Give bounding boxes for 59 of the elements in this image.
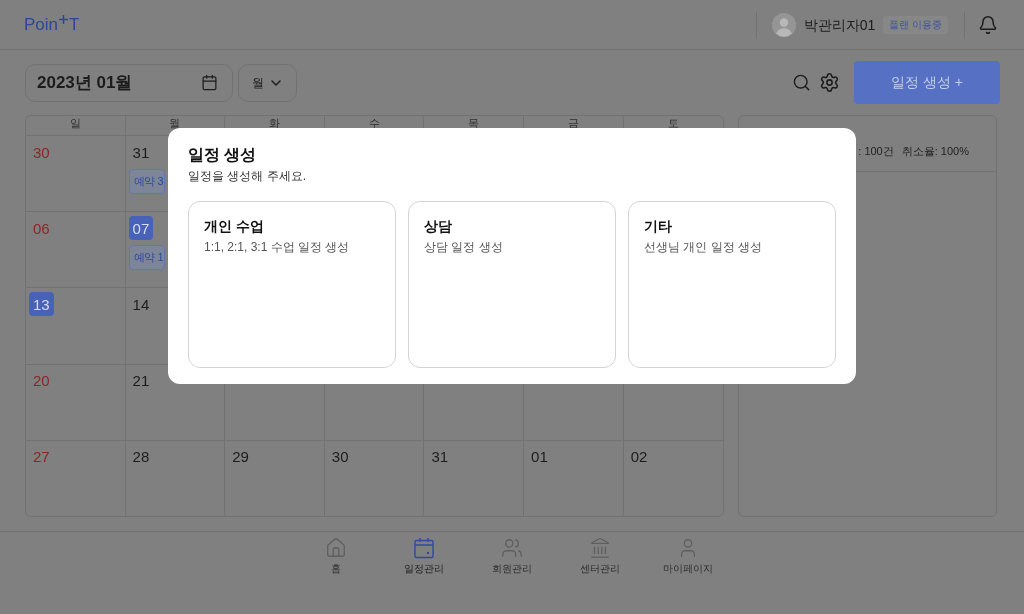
- nav-button[interactable]: 일정관리: [380, 537, 468, 577]
- schedule-type-card[interactable]: 개인 수업 1:1, 2:1, 3:1 수업 일정 생성: [188, 201, 396, 368]
- month-picker[interactable]: 2023년 01월: [25, 63, 233, 102]
- view-select[interactable]: 월: [238, 63, 297, 102]
- card-title: 기타: [644, 217, 672, 235]
- nav-button[interactable]: 마이페이지: [644, 537, 732, 577]
- date-number[interactable]: 30: [327, 444, 353, 469]
- nav-button[interactable]: 센터관리: [556, 537, 644, 577]
- weekday-label: 일: [69, 117, 81, 131]
- plus-icon: [59, 15, 69, 24]
- search-button[interactable]: [792, 73, 811, 92]
- date-number[interactable]: 01: [527, 444, 552, 469]
- date-number[interactable]: 30: [29, 140, 54, 164]
- event-chip[interactable]: 예약 3: [128, 169, 166, 194]
- date-number[interactable]: 31: [128, 140, 154, 164]
- stat-text: 취소율: 100%: [901, 145, 969, 158]
- logo-text: Poin: [24, 16, 59, 33]
- weekday-label: 수: [368, 117, 380, 131]
- search-icon: [792, 73, 811, 92]
- settings-button[interactable]: [819, 72, 840, 93]
- bell-icon: [978, 14, 998, 35]
- people-icon: [501, 537, 523, 559]
- card-title: 상담: [424, 217, 452, 235]
- date-number[interactable]: 31: [427, 444, 453, 469]
- create-schedule-button[interactable]: 일정 생성 +: [854, 61, 1000, 104]
- building-icon: [589, 537, 611, 559]
- weekday-label: 토: [667, 117, 679, 131]
- date-number[interactable]: 14: [128, 292, 154, 317]
- nav-button[interactable]: 홈: [292, 537, 380, 577]
- date-number[interactable]: 02: [626, 444, 652, 469]
- plan-badge: 플랜 이용중: [883, 15, 948, 34]
- date-number[interactable]: 21: [128, 368, 154, 393]
- stat-text: : 100건: [858, 145, 894, 158]
- date-number[interactable]: 29: [228, 444, 253, 469]
- calendar-icon: [201, 74, 218, 91]
- date-number[interactable]: 06: [29, 216, 54, 241]
- date-number[interactable]: 20: [29, 368, 54, 393]
- weekday-label: 월: [169, 117, 181, 131]
- user-name: 박관리자01: [803, 17, 876, 32]
- card-title: 개인 수업: [204, 217, 264, 235]
- date-number[interactable]: 13: [29, 292, 54, 317]
- card-description: 1:1, 2:1, 3:1 수업 일정 생성: [204, 239, 350, 255]
- notification-button[interactable]: [978, 14, 998, 35]
- weekday-label: 목: [468, 117, 480, 131]
- settings-icon: [819, 72, 840, 93]
- dialog-title: 일정 생성: [188, 145, 258, 165]
- nav-button[interactable]: 회원관리: [468, 537, 556, 577]
- weekday-label: 화: [269, 117, 280, 131]
- avatar-icon: [771, 12, 796, 37]
- card-description: 선생님 개인 일정 생성: [644, 239, 762, 255]
- calendar-icon: [413, 537, 435, 559]
- date-number[interactable]: 28: [128, 444, 154, 469]
- dialog-subtitle: 일정을 생성해 주세요.: [188, 168, 307, 184]
- schedule-type-card[interactable]: 기타 선생님 개인 일정 생성: [628, 201, 836, 368]
- logo-text: T: [69, 16, 80, 33]
- card-description: 상담 일정 생성: [424, 239, 503, 255]
- house-icon: [325, 537, 347, 559]
- date-number[interactable]: 27: [29, 444, 54, 469]
- schedule-type-card[interactable]: 상담 상담 일정 생성: [408, 201, 616, 368]
